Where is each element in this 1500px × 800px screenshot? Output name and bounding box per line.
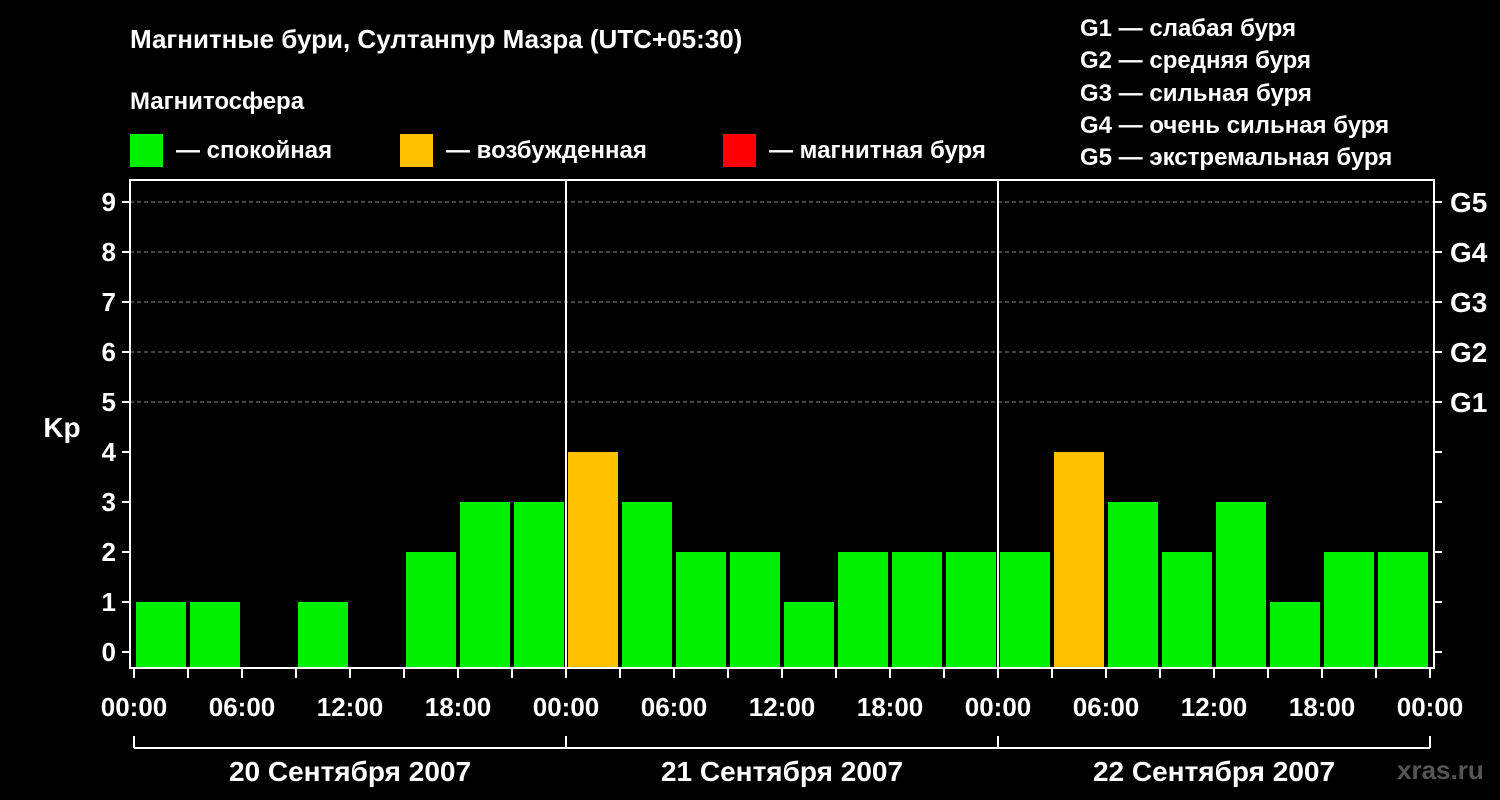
- x-tick-label: 18:00: [425, 692, 492, 722]
- x-tick-label: 00:00: [1397, 692, 1464, 722]
- g-tick-label: G2: [1450, 337, 1487, 368]
- x-tick-label: 06:00: [1073, 692, 1140, 722]
- x-tick-label: 00:00: [965, 692, 1032, 722]
- x-tick-label: 00:00: [101, 692, 168, 722]
- g-scale-legend: G1 — слабая буря G2 — средняя буря G3 — …: [1080, 15, 1392, 171]
- x-tick-label: 06:00: [209, 692, 276, 722]
- g-scale-item: G5 — экстремальная буря: [1080, 144, 1392, 171]
- g-scale-item: G1 — слабая буря: [1080, 15, 1296, 42]
- kp-bar: [1108, 502, 1158, 668]
- y-tick-label: 6: [102, 337, 116, 367]
- kp-bar: [1324, 552, 1374, 668]
- g-tick-labels: G1 G2 G3 G4 G5: [1450, 187, 1488, 418]
- kp-bar: [1216, 502, 1266, 668]
- x-tick-label: 18:00: [857, 692, 924, 722]
- kp-bar: [568, 452, 618, 668]
- kp-bar: [190, 602, 240, 668]
- y-tick-label: 1: [102, 587, 116, 617]
- x-tick-labels: 00:00 06:00 12:00 18:00 00:00 06:00 12:00 18:00…: [101, 692, 1464, 722]
- kp-bar: [298, 602, 348, 668]
- kp-bar: [946, 552, 996, 668]
- kp-chart: Магнитные бури, Султанпур Мазра (UTC+05:…: [43, 15, 1488, 787]
- g-tick-label: G5: [1450, 187, 1487, 218]
- x-tick-label: 12:00: [317, 692, 384, 722]
- kp-bar: [838, 552, 888, 668]
- kp-bar: [1000, 552, 1050, 668]
- watermark: xras.ru: [1397, 755, 1484, 785]
- kp-bar: [406, 552, 456, 668]
- y-tick-label: 9: [102, 187, 116, 217]
- kp-bar: [1162, 552, 1212, 668]
- x-tick-label: 00:00: [533, 692, 600, 722]
- legend-label-quiet: — спокойная: [176, 137, 332, 164]
- legend-swatch-active: [400, 134, 433, 167]
- day-label: 21 Сентября 2007: [661, 756, 903, 787]
- kp-bar: [460, 502, 510, 668]
- kp-bar: [1270, 602, 1320, 668]
- day-label: 20 Сентября 2007: [229, 756, 471, 787]
- y-axis-label: Kp: [43, 412, 80, 443]
- y-tick-label: 4: [102, 437, 117, 467]
- kp-bar: [514, 502, 564, 668]
- kp-bar: [622, 502, 672, 668]
- kp-bar: [1378, 552, 1428, 668]
- day-label: 22 Сентября 2007: [1093, 756, 1335, 787]
- kp-bar: [892, 552, 942, 668]
- kp-bar: [784, 602, 834, 668]
- y-tick-label: 2: [102, 537, 116, 567]
- chart-title: Магнитные бури, Султанпур Мазра (UTC+05:…: [130, 24, 742, 54]
- legend-swatch-quiet: [130, 134, 163, 167]
- day-labels: 20 Сентября 2007 21 Сентября 2007 22 Сентя…: [133, 736, 1431, 787]
- x-tick-label: 12:00: [1181, 692, 1248, 722]
- g-tick-label: G3: [1450, 287, 1487, 318]
- y-tick-label: 7: [102, 287, 116, 317]
- g-scale-item: G4 — очень сильная буря: [1080, 112, 1389, 139]
- kp-bar: [1054, 452, 1104, 668]
- kp-bar: [676, 552, 726, 668]
- g-scale-item: G2 — средняя буря: [1080, 47, 1311, 74]
- g-tick-label: G4: [1450, 237, 1488, 268]
- x-tick-label: 12:00: [749, 692, 816, 722]
- gridlines: [130, 201, 1434, 403]
- y-tick-labels: 0 1 2 3 4 5 6 7 8 9: [102, 187, 117, 667]
- x-tick-label: 06:00: [641, 692, 708, 722]
- legend-heading: Магнитосфера: [130, 88, 305, 115]
- kp-bar: [136, 602, 186, 668]
- y-tick-label: 5: [102, 387, 116, 417]
- x-tick-label: 18:00: [1289, 692, 1356, 722]
- y-tick-label: 0: [102, 637, 116, 667]
- legend-swatch-storm: [723, 134, 756, 167]
- y-tick-label: 8: [102, 237, 116, 267]
- legend-label-storm: — магнитная буря: [769, 137, 986, 164]
- y-tick-label: 3: [102, 487, 116, 517]
- g-scale-item: G3 — сильная буря: [1080, 80, 1312, 107]
- legend-label-active: — возбужденная: [446, 137, 647, 164]
- legend: — спокойная — возбужденная — магнитная б…: [130, 134, 986, 167]
- kp-bar: [730, 552, 780, 668]
- bars: [136, 452, 1428, 668]
- g-tick-label: G1: [1450, 387, 1487, 418]
